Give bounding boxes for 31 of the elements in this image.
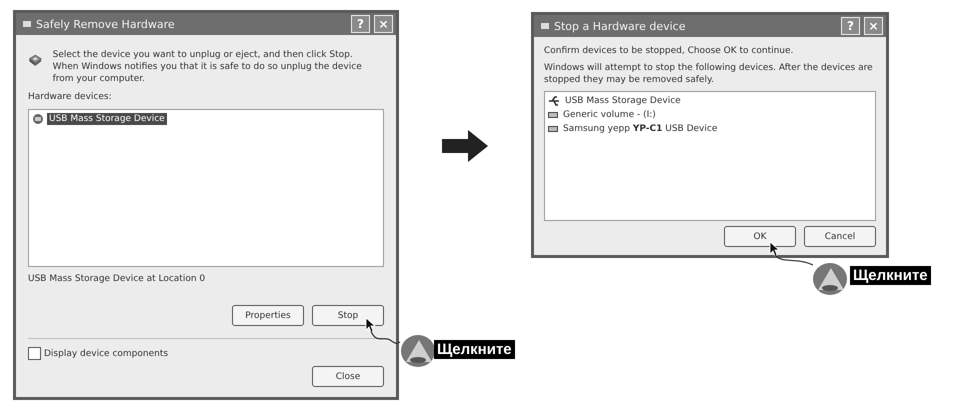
dialog-button[interactable]: Properties (232, 305, 304, 326)
mouse-icon (812, 262, 848, 296)
list-label: Hardware devices: (28, 91, 113, 103)
window-title: Safely Remove Hardware (36, 18, 176, 30)
leader-line (774, 254, 814, 266)
dialog-button[interactable]: OK (724, 226, 796, 247)
right-arrow-icon (442, 130, 488, 162)
confirm-text: Confirm devices to be stopped, Choose OK to continue. (544, 45, 794, 57)
callout-label: Щелкните (434, 340, 515, 359)
device-item[interactable]: USB Mass Storage Device (47, 113, 167, 125)
device-icon (32, 113, 44, 125)
device-item[interactable]: USB Mass Storage Device (563, 95, 683, 107)
device-item[interactable]: Generic volume - (I:) (561, 109, 658, 121)
cursor-icon (770, 242, 780, 257)
dialog-button[interactable]: Stop (312, 305, 384, 326)
window-title: Stop a Hardware device (554, 20, 686, 32)
cursor-icon (366, 318, 376, 333)
checkbox[interactable] (28, 347, 41, 360)
device-location: USB Mass Storage Device at Location 0 (28, 273, 206, 285)
leader-line (370, 330, 401, 345)
checkbox-label: Display device components (44, 348, 168, 360)
mouse-icon (400, 334, 436, 368)
device-icon (22, 19, 32, 29)
dialog-button[interactable]: Cancel (804, 226, 876, 247)
usb-icon (548, 96, 560, 106)
explanation-text: Windows will attempt to stop the following devices. After the devices are stopped they may be removed safely. (544, 62, 874, 86)
close-dialog-button[interactable]: Close (312, 366, 384, 387)
device-icon (540, 21, 550, 31)
device-item[interactable]: Samsung yepp YP-C1 USB Device (561, 123, 720, 135)
callout-label: Щелкните (850, 266, 931, 285)
instruction-text: Select the device you want to unplug or eject, and then click Stop. When Windows notifies you that it is safe to do so unplug the device from your computer. (52, 49, 363, 85)
